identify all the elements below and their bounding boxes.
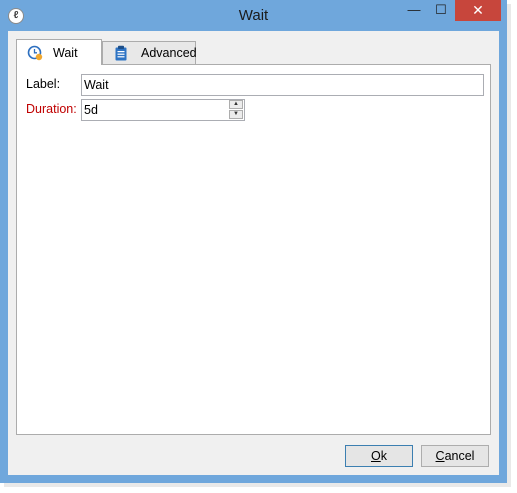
duration-input[interactable] bbox=[81, 99, 245, 121]
spin-up-icon[interactable]: ▲ bbox=[229, 100, 243, 109]
cancel-label-rest: ancel bbox=[444, 449, 475, 463]
ok-label-rest: k bbox=[380, 449, 387, 463]
cancel-accelerator: C bbox=[435, 449, 445, 463]
minimize-button[interactable]: — bbox=[401, 0, 427, 21]
cancel-button[interactable]: Cancel bbox=[421, 445, 489, 467]
spin-down-icon[interactable]: ▼ bbox=[229, 110, 243, 119]
ok-button[interactable]: Ok bbox=[345, 445, 413, 467]
duration-stepper[interactable]: ▲ ▼ bbox=[81, 99, 245, 121]
tab-advanced-label: Advanced bbox=[141, 46, 197, 60]
close-button[interactable]: ✕ bbox=[455, 0, 501, 21]
clipboard-icon bbox=[113, 45, 129, 61]
label-caption: Label: bbox=[26, 77, 61, 91]
tab-wait[interactable]: Wait bbox=[16, 39, 102, 65]
title-bar[interactable]: ℓ Wait — ☐ ✕ bbox=[0, 0, 507, 31]
ok-accelerator: O bbox=[371, 449, 381, 463]
dialog-window: ℓ Wait — ☐ ✕ Wait Advanced Label: Wait D… bbox=[0, 0, 507, 483]
tab-panel: Label: Duration: ▲ ▼ bbox=[16, 64, 491, 435]
duration-spinner[interactable]: ▲ ▼ bbox=[229, 100, 244, 120]
dialog-body: Wait Advanced Label: Duration: ▲ bbox=[8, 31, 499, 475]
maximize-button[interactable]: ☐ bbox=[428, 0, 454, 21]
tab-advanced[interactable]: Advanced bbox=[102, 41, 197, 65]
label-input[interactable] bbox=[81, 74, 484, 96]
duration-caption: Duration: bbox=[26, 102, 77, 116]
tab-wait-label: Wait bbox=[53, 45, 78, 60]
clock-icon bbox=[27, 45, 43, 61]
